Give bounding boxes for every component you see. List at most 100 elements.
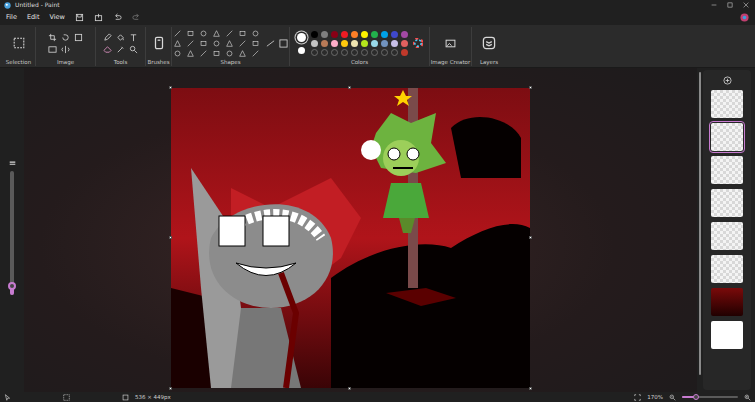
- color-swatch[interactable]: [341, 40, 348, 47]
- color-swatch[interactable]: [361, 49, 368, 56]
- color-swatch[interactable]: [401, 40, 408, 47]
- shape-icon[interactable]: [252, 40, 259, 47]
- shape-icon[interactable]: [226, 40, 233, 47]
- shape-icon[interactable]: [200, 30, 207, 37]
- close-icon[interactable]: [743, 2, 749, 8]
- layer-thumbnail[interactable]: [711, 288, 743, 316]
- color-swatch[interactable]: [371, 49, 378, 56]
- resize-handle[interactable]: [529, 387, 532, 390]
- color-swatch[interactable]: [321, 49, 328, 56]
- color-swatch[interactable]: [381, 49, 388, 56]
- add-layer-icon[interactable]: [723, 76, 732, 85]
- shape-icon[interactable]: [226, 50, 233, 57]
- text-icon[interactable]: [129, 33, 138, 42]
- shape-icon[interactable]: [239, 30, 246, 37]
- color-swatch[interactable]: [371, 40, 378, 47]
- minimize-icon[interactable]: [711, 2, 717, 8]
- shape-icon[interactable]: [174, 30, 181, 37]
- zoom-level[interactable]: 170%: [647, 393, 663, 401]
- edit-colors-icon[interactable]: [413, 38, 423, 48]
- color-swatch[interactable]: [311, 49, 318, 56]
- color-swatch[interactable]: [331, 31, 338, 38]
- color-swatch[interactable]: [351, 31, 358, 38]
- menu-item[interactable]: View: [49, 13, 64, 22]
- layer-thumbnail[interactable]: [711, 222, 743, 250]
- zoom-out-icon[interactable]: [669, 394, 676, 401]
- shape-icon[interactable]: [213, 30, 220, 37]
- layer-thumbnail[interactable]: [711, 123, 743, 151]
- image-icon[interactable]: [48, 45, 57, 54]
- menu-item[interactable]: File: [6, 13, 17, 22]
- color-swatch[interactable]: [381, 40, 388, 47]
- resize-handle[interactable]: [169, 236, 172, 239]
- maximize-icon[interactable]: [727, 2, 733, 8]
- shape-icon[interactable]: [252, 30, 259, 37]
- shape-icon[interactable]: [200, 50, 207, 57]
- shape-icon[interactable]: [239, 40, 246, 47]
- color-picker-icon[interactable]: [116, 45, 125, 54]
- shape-fill-icon[interactable]: [279, 39, 288, 48]
- color-swatch[interactable]: [361, 31, 368, 38]
- color-swatch[interactable]: [371, 31, 378, 38]
- primary-color[interactable]: [297, 33, 306, 42]
- layer-thumbnail[interactable]: [711, 90, 743, 118]
- image-creator-icon[interactable]: [445, 38, 456, 49]
- menu-item[interactable]: Edit: [27, 13, 40, 22]
- resize-handle[interactable]: [529, 86, 532, 89]
- resize-handle[interactable]: [529, 236, 532, 239]
- save-icon[interactable]: [75, 13, 84, 22]
- zoom-in-icon[interactable]: [744, 394, 751, 401]
- crop-icon[interactable]: [48, 33, 57, 42]
- layers-icon[interactable]: [482, 36, 496, 50]
- layer-thumbnail[interactable]: [711, 156, 743, 184]
- magnifier-icon[interactable]: [129, 45, 138, 54]
- fill-icon[interactable]: [116, 33, 125, 42]
- color-swatch[interactable]: [401, 49, 408, 56]
- shape-icon[interactable]: [213, 40, 220, 47]
- copilot-icon[interactable]: [740, 13, 749, 22]
- color-swatch[interactable]: [341, 49, 348, 56]
- color-swatch[interactable]: [351, 49, 358, 56]
- shape-icon[interactable]: [213, 50, 220, 57]
- color-swatch[interactable]: [361, 40, 368, 47]
- outline-icon[interactable]: [266, 39, 275, 48]
- shape-icon[interactable]: [174, 40, 181, 47]
- zoom-slider[interactable]: [682, 396, 738, 398]
- fit-icon[interactable]: [634, 394, 641, 401]
- color-swatch[interactable]: [331, 40, 338, 47]
- color-swatch[interactable]: [391, 49, 398, 56]
- resize-handle[interactable]: [169, 86, 172, 89]
- color-swatch[interactable]: [381, 31, 388, 38]
- canvas-artwork[interactable]: [171, 88, 530, 388]
- shape-icon[interactable]: [187, 40, 194, 47]
- shape-icon[interactable]: [187, 50, 194, 57]
- select-rectangle-icon[interactable]: [13, 37, 25, 49]
- color-swatch[interactable]: [321, 40, 328, 47]
- color-swatch[interactable]: [391, 40, 398, 47]
- color-swatch[interactable]: [321, 31, 328, 38]
- pencil-icon[interactable]: [103, 33, 112, 42]
- color-swatch[interactable]: [341, 31, 348, 38]
- shape-icon[interactable]: [252, 50, 259, 57]
- brush-size-slider[interactable]: [10, 171, 14, 295]
- color-swatch[interactable]: [391, 31, 398, 38]
- shape-icon[interactable]: [226, 30, 233, 37]
- resize-handle[interactable]: [169, 387, 172, 390]
- color-swatch[interactable]: [351, 40, 358, 47]
- layer-thumbnail[interactable]: [711, 321, 743, 349]
- secondary-color[interactable]: [298, 47, 305, 54]
- resize-handle[interactable]: [348, 86, 351, 89]
- canvas[interactable]: [171, 88, 530, 388]
- shape-icon[interactable]: [174, 50, 181, 57]
- color-swatch[interactable]: [331, 49, 338, 56]
- layer-thumbnail[interactable]: [711, 189, 743, 217]
- undo-icon[interactable]: [113, 13, 122, 22]
- color-swatch[interactable]: [311, 40, 318, 47]
- shape-icon[interactable]: [239, 50, 246, 57]
- rotate-icon[interactable]: [61, 33, 70, 42]
- flip-icon[interactable]: [61, 45, 70, 54]
- color-swatch[interactable]: [311, 31, 318, 38]
- resize-handle[interactable]: [348, 387, 351, 390]
- shape-icon[interactable]: [200, 40, 207, 47]
- share-icon[interactable]: [94, 13, 103, 22]
